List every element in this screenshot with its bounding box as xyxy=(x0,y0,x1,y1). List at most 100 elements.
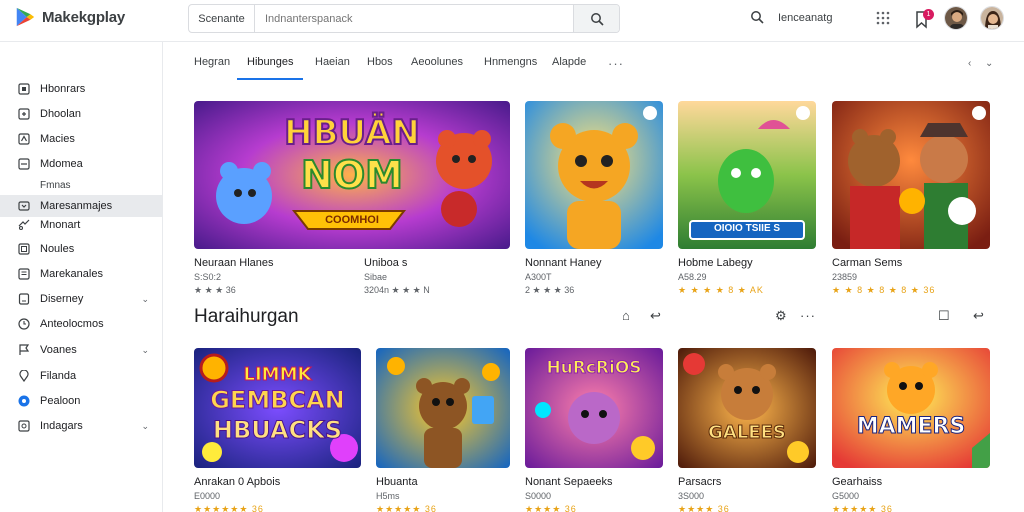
game-art-title: HBUÄN xyxy=(283,112,421,154)
sidebar-item-kids[interactable]: Noules xyxy=(0,238,163,260)
sidebar-item-games[interactable]: Dhoolan xyxy=(0,103,163,125)
game-card[interactable]: HuRcRiOS Nonant Sepaeeks S0000 ★★★★ 36 xyxy=(525,348,663,512)
game-subtitle: A300T xyxy=(525,272,552,282)
sidebar-item-voanes[interactable]: Voanes ⌄ xyxy=(0,339,163,361)
user-avatar-icon xyxy=(945,7,967,29)
game-title: Hbuanta xyxy=(376,476,418,488)
share-icon[interactable]: ⌂ xyxy=(622,308,630,323)
tab-3[interactable]: Hbos xyxy=(367,56,393,80)
game-subtitle: H5ms xyxy=(376,491,400,501)
avatar[interactable] xyxy=(944,6,968,30)
game-card[interactable]: GALEES Parsacrs 3S000 ★★★★ 36 xyxy=(678,348,816,512)
game-title: Hobme Labegy xyxy=(678,257,753,269)
play-logo-icon xyxy=(16,7,35,27)
sidebar-item-subheading[interactable]: Fmnas xyxy=(0,176,163,194)
chevron-down-icon[interactable]: ⌄ xyxy=(985,58,993,69)
apps-icon xyxy=(18,133,30,145)
notifications-button[interactable]: 1 xyxy=(912,9,934,29)
sidebar-item-home[interactable]: Hbonrars xyxy=(0,78,163,100)
library-icon xyxy=(18,268,30,280)
sidebar-item-movies[interactable]: Mdomea xyxy=(0,153,163,175)
section-title: Haraihurgan xyxy=(194,306,299,327)
tab-0[interactable]: Hegran xyxy=(194,56,230,80)
header-label[interactable]: Ienceanatg xyxy=(778,12,832,24)
search-bar: Scenante xyxy=(188,4,620,33)
game-card[interactable]: Hbuanta H5ms ★★★★★ 36 xyxy=(376,348,510,512)
game-card[interactable]: OIOIO TSIIE S Hobme Labegy A58.29 ★ ★ ★ … xyxy=(678,101,816,296)
tab-6[interactable]: Alapde xyxy=(552,56,586,80)
game-subtitle: 23859 xyxy=(832,272,858,282)
sidebar-item-activity[interactable]: Anteolocmos xyxy=(0,313,163,335)
game-subtitle: G5000 xyxy=(832,491,860,501)
game-rating: ★★★★★ 36 xyxy=(832,504,893,512)
game-art-banner: COOMHOI xyxy=(325,214,379,226)
search-icon[interactable] xyxy=(750,10,764,24)
arrow-icon[interactable]: ↩ xyxy=(650,308,661,324)
checkbox-icon[interactable]: ☐ xyxy=(938,308,950,324)
game-subtitle: S:S0:2 xyxy=(194,272,222,282)
more-options-icon[interactable]: ··· xyxy=(800,308,816,323)
tab-5[interactable]: Hnmengns xyxy=(484,56,537,80)
game-card[interactable]: Carman Sems 23859 ★ ★ 8 ★ 8 ★ 8 ★ 36 xyxy=(832,101,990,296)
sidebar-item-label: Maresanmajes xyxy=(40,200,113,212)
gear-icon[interactable]: ⚙ xyxy=(775,308,787,324)
tab-1[interactable]: Hibunges xyxy=(237,56,304,80)
logo[interactable]: Makekgplay xyxy=(14,6,125,28)
search-scope-selector[interactable]: Scenante xyxy=(189,5,255,32)
game-rating: ★★★★★ 36 xyxy=(376,504,437,512)
kids-icon xyxy=(18,243,30,255)
sidebar-item-apps[interactable]: Macies xyxy=(0,128,163,150)
game-card[interactable]: HBUÄN NOM COOMHOI Neuraan Hlanes S:S0:2 … xyxy=(194,101,510,296)
sidebar-item-settings[interactable]: Indagars ⌄ xyxy=(0,415,163,437)
game-rating: ★★★★ 36 xyxy=(525,504,577,512)
sidebar-item-pealoon[interactable]: Pealoon xyxy=(0,390,163,412)
tab-2[interactable]: Haeian xyxy=(315,56,350,80)
game-rating: ★★★★ 36 xyxy=(678,504,730,512)
more-tabs-icon[interactable]: ··· xyxy=(608,56,624,71)
game-art-title: LIMMK xyxy=(243,364,312,386)
sidebar-item-offers[interactable]: Mnonart xyxy=(0,214,163,236)
home-icon xyxy=(18,83,30,95)
game-card[interactable]: LIMMK GEMBCAN HBUACKS Anrakan 0 Apbois E… xyxy=(194,348,361,512)
game-art-title: GEMBCAN xyxy=(210,386,346,415)
game-thumbnail: MAMERS xyxy=(832,348,990,468)
game-thumbnail: OIOIO TSIIE S xyxy=(678,101,816,249)
game-title: Nonant Sepaeeks xyxy=(525,476,613,488)
game-rating: ★ ★ ★ 36 xyxy=(194,285,236,295)
chevron-down-icon[interactable]: ⌄ xyxy=(141,294,149,305)
game-subtitle: S0000 xyxy=(525,491,552,501)
chevron-down-icon[interactable]: ⌄ xyxy=(141,345,149,356)
game-subtitle: E0000 xyxy=(194,491,221,501)
game-card[interactable]: MAMERS Gearhaiss G5000 ★★★★★ 36 xyxy=(832,348,990,512)
sidebar-item-filanda[interactable]: Filanda xyxy=(0,365,163,387)
sidebar-item-library[interactable]: Marekanales xyxy=(0,263,163,285)
game-title: Neuraan Hlanes xyxy=(194,257,274,269)
game-art-title: HuRcRiOS xyxy=(546,358,642,379)
sidebar-item-discover[interactable]: Diserney ⌄ xyxy=(0,288,163,310)
offers-icon xyxy=(18,219,30,231)
tab-4[interactable]: Aeoolunes xyxy=(411,56,463,80)
notification-badge: 1 xyxy=(923,9,934,20)
sidebar-item-label: Hbonrars xyxy=(40,83,86,95)
sidebar-item-label: Filanda xyxy=(40,370,77,382)
game-subtitle: A58.29 xyxy=(678,272,707,282)
game-thumbnail: HBUÄN NOM COOMHOI xyxy=(194,101,510,249)
game-art-title: GALEES xyxy=(708,422,787,444)
chevron-left-icon[interactable]: ‹ xyxy=(968,58,971,69)
avatar[interactable] xyxy=(980,6,1004,30)
game-card[interactable]: Nonnant Haney A300T 2 ★ ★ ★ 36 xyxy=(525,101,663,296)
arrow-icon[interactable]: ↩ xyxy=(973,308,984,324)
search-button[interactable] xyxy=(573,5,619,32)
game-thumbnail xyxy=(832,101,990,249)
books-icon xyxy=(18,200,30,212)
sidebar: Hbonrars Dhoolan Macies Mdomea Fmnas Mar… xyxy=(0,42,163,512)
sidebar-item-label: Macies xyxy=(40,133,75,145)
apps-grid-icon[interactable] xyxy=(876,11,890,25)
search-input[interactable] xyxy=(255,5,573,32)
clock-icon xyxy=(18,318,30,330)
pin-icon xyxy=(18,370,30,382)
chevron-down-icon[interactable]: ⌄ xyxy=(141,421,149,432)
sidebar-item-label: Fmnas xyxy=(40,179,71,191)
flag-icon xyxy=(18,344,30,356)
game-art-title: MAMERS xyxy=(856,414,966,440)
